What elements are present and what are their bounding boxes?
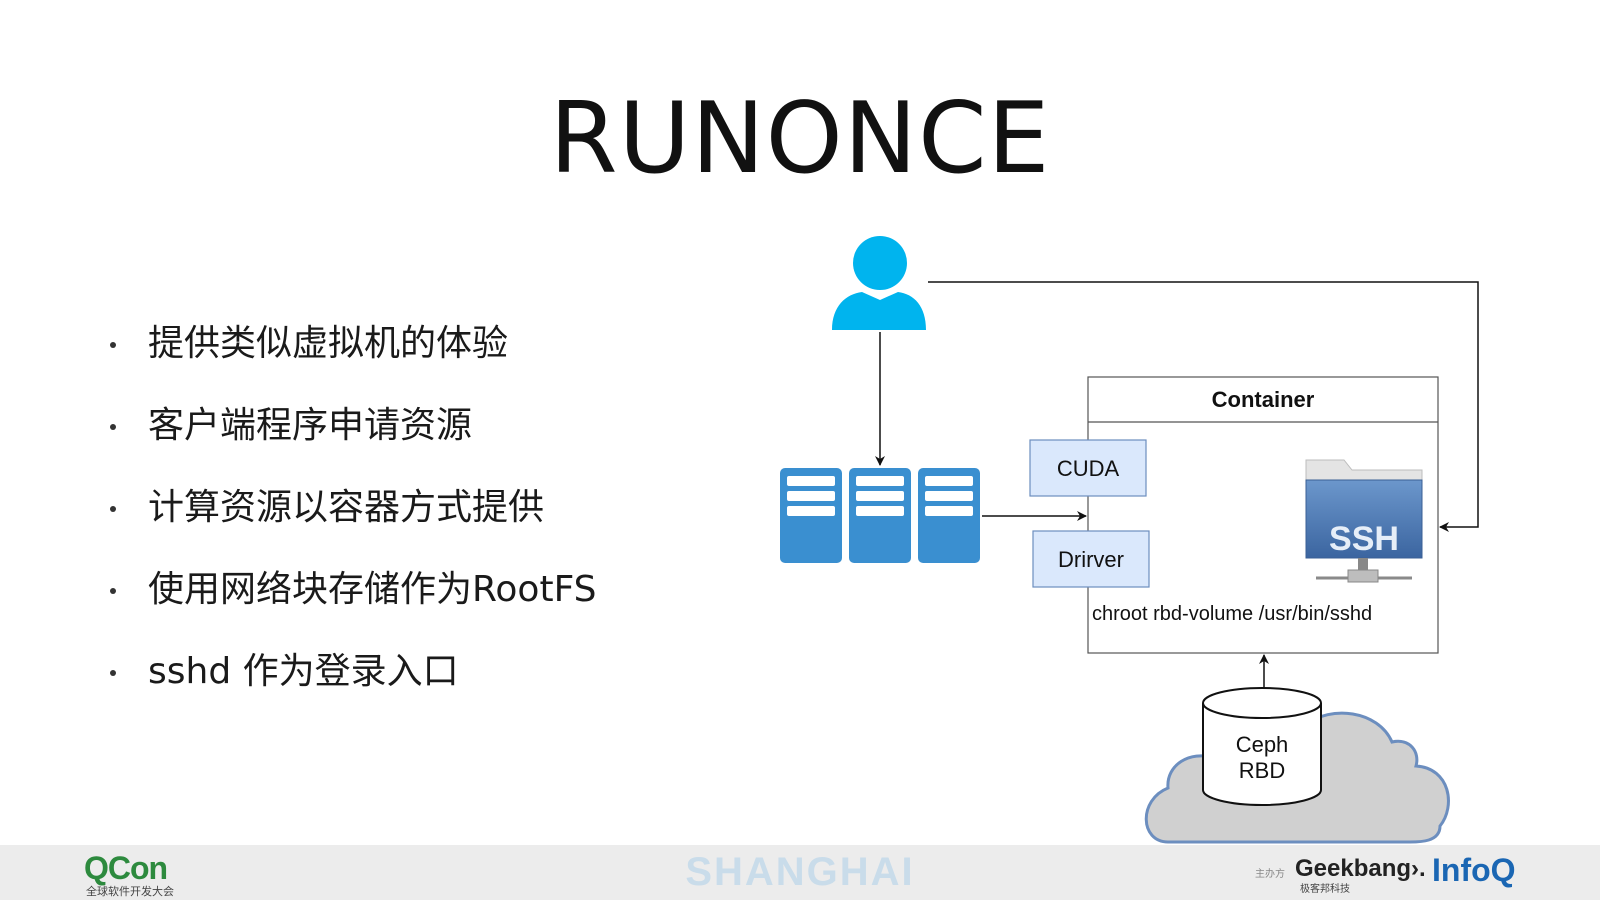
ceph-label: Ceph: [1236, 732, 1289, 757]
driver-label: Drirver: [1058, 547, 1124, 572]
chroot-command: chroot rbd-volume /usr/bin/sshd: [1092, 603, 1372, 625]
server-rack-icon: [780, 468, 980, 563]
geekbang-logo: Geekbang›.: [1295, 855, 1426, 882]
cuda-box: CUDA: [1029, 439, 1147, 497]
user-icon: [832, 236, 926, 330]
server-unit: [780, 468, 842, 563]
cuda-label: CUDA: [1057, 456, 1120, 481]
container-title: Container: [1212, 387, 1315, 412]
infoq-logo: InfoQ: [1432, 852, 1516, 888]
driver-box: Drirver: [1032, 530, 1150, 588]
architecture-diagram: Container CUDA Drirver SSH chroot rbd-vo…: [780, 236, 1479, 844]
rbd-label: RBD: [1239, 758, 1285, 783]
geekbang-subtitle: 极客邦科技: [1300, 884, 1350, 895]
ssh-label: SSH: [1329, 520, 1399, 558]
sponsor-label: 主办方: [1255, 869, 1285, 880]
server-unit: [849, 468, 911, 563]
server-unit: [918, 468, 980, 563]
database-cylinder-icon: Ceph RBD: [1202, 687, 1322, 806]
